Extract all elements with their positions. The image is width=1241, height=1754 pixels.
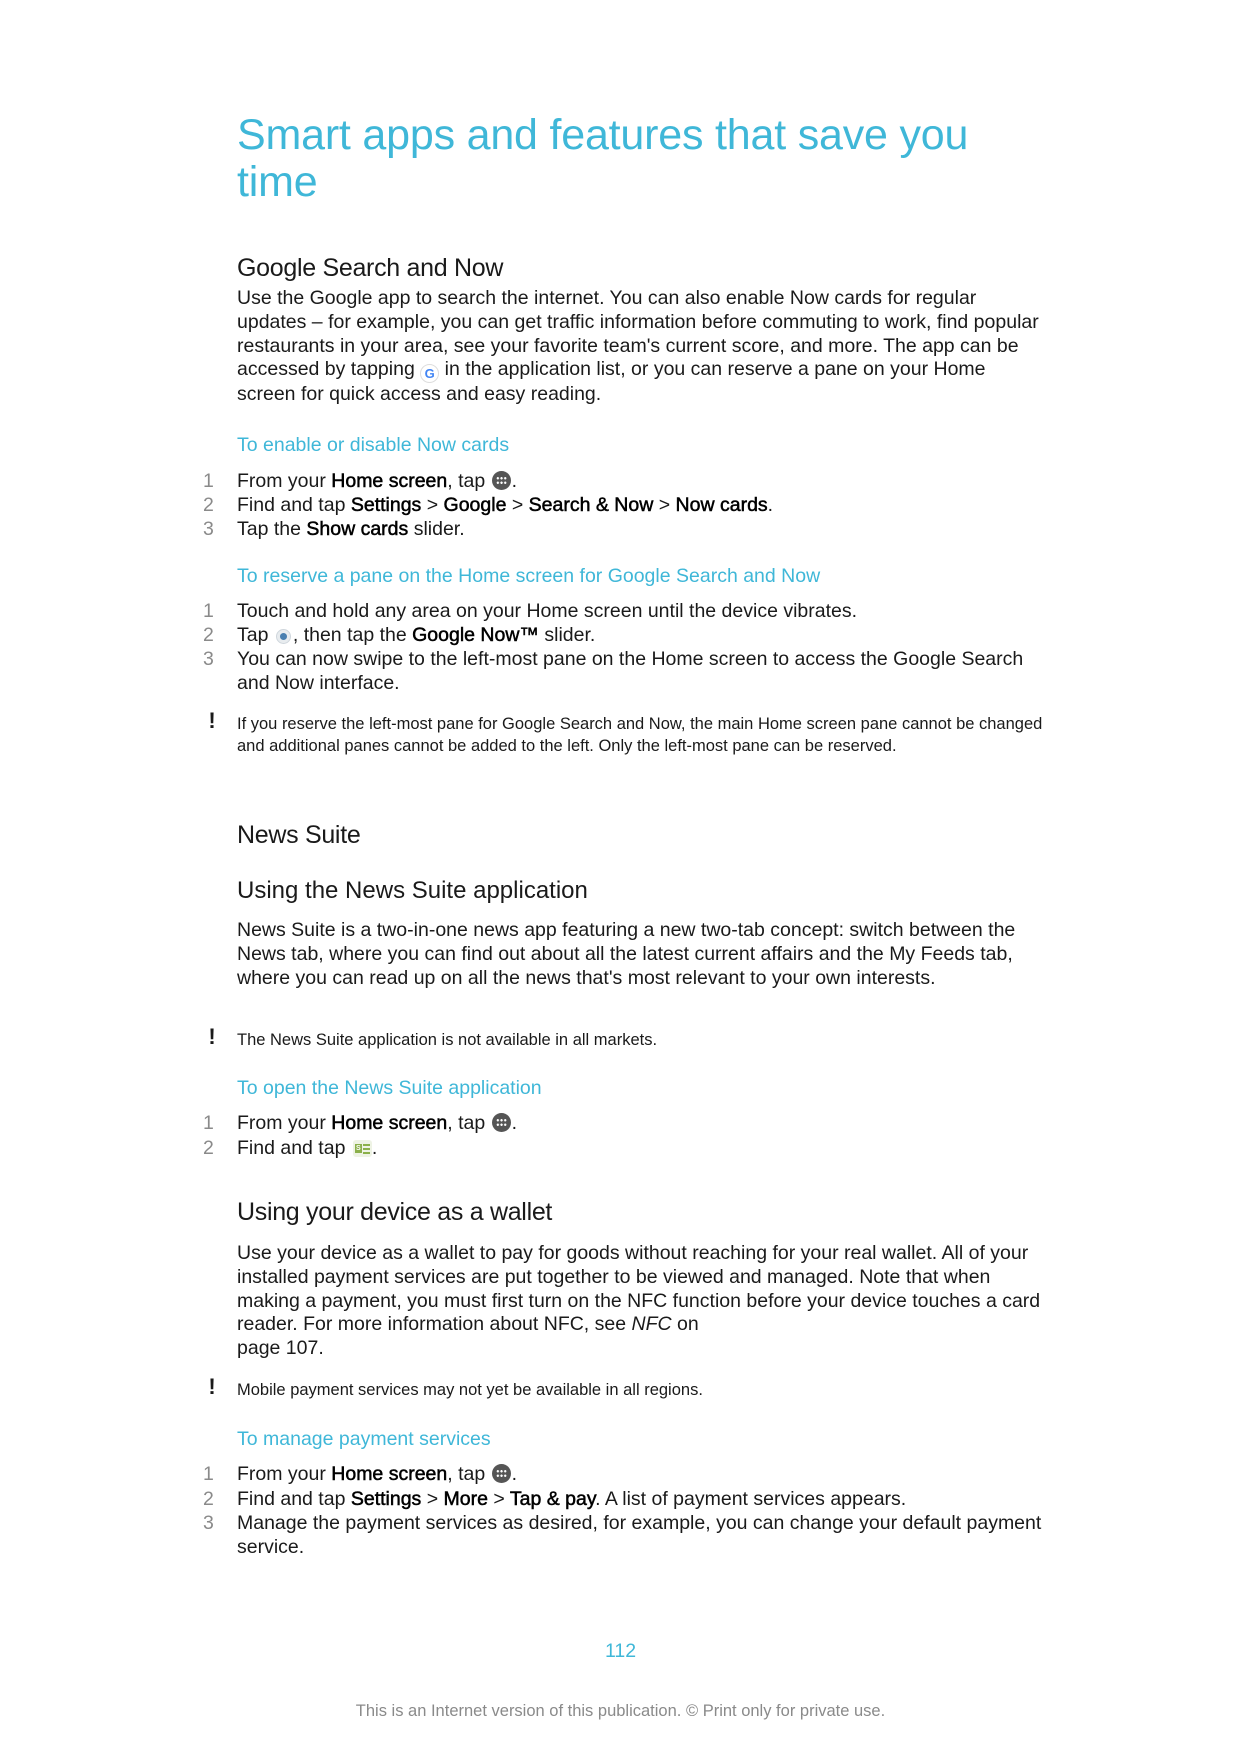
- step-number: 1: [203, 1112, 214, 1134]
- step-text-part: slider.: [408, 518, 465, 540]
- step-text-part: From your: [237, 470, 332, 492]
- step-text-part: .: [767, 494, 774, 516]
- footer-notice: This is an Internet version of this publ…: [355, 1702, 886, 1720]
- step-text: Tap the Show cards slider.: [237, 518, 1047, 542]
- step-text-part: >: [506, 494, 529, 516]
- step-text-part: .: [371, 1137, 378, 1159]
- procedure-title-reserve-pane: To reserve a pane on the Home screen for…: [237, 565, 821, 587]
- step-text: You can now swipe to the left-most pane …: [237, 648, 1024, 694]
- note-text: The News Suite application is not availa…: [237, 1031, 658, 1049]
- apps-icon: [491, 471, 511, 490]
- step-number: 1: [203, 600, 214, 622]
- subheading-using-news-suite: Using the News Suite application: [237, 877, 588, 904]
- note-exclamation-icon: !: [208, 708, 216, 733]
- step-text-part: .: [511, 1112, 518, 1134]
- step-text: Tap , then tap the Google Now™ slider.: [237, 624, 1047, 648]
- step-number: 1: [203, 470, 214, 492]
- apps-icon: [491, 1113, 511, 1132]
- step-text-part: , tap: [447, 470, 491, 492]
- page-number: 112: [604, 1640, 637, 1662]
- step-text: Manage the payment services as desired, …: [237, 1512, 1042, 1558]
- google-body-paragraph: Use the Google app to search the interne…: [237, 287, 1047, 407]
- ui-term-settings: Settings: [350, 494, 422, 517]
- step-text-part: Find and tap: [237, 1488, 351, 1510]
- nfc-cross-reference-link[interactable]: NFC: [632, 1313, 672, 1335]
- step-text-part: slider.: [538, 624, 596, 646]
- step-text-part: , tap: [447, 1112, 491, 1134]
- step-number: 3: [203, 648, 214, 670]
- section-heading-wallet: Using your device as a wallet: [237, 1198, 553, 1226]
- page-title-line-2: time: [237, 158, 318, 206]
- step-text-part: From your: [237, 1112, 332, 1134]
- step-text: Find and tap Settings > Google > Search …: [237, 494, 1047, 518]
- step-text-part: . A list of payment services appears.: [595, 1488, 907, 1510]
- step-number: 2: [203, 1488, 214, 1510]
- step-number: 1: [203, 1463, 214, 1485]
- procedure-title-now-cards: To enable or disable Now cards: [237, 434, 510, 456]
- step-text-part: >: [653, 494, 676, 516]
- step-text: Find and tap Settings > More > Tap & pay…: [237, 1488, 1047, 1512]
- ui-term-home-screen: Home screen: [331, 1112, 448, 1135]
- step-text-part: Find and tap: [237, 494, 351, 516]
- step-text-part: , then tap the: [292, 624, 413, 646]
- step-number: 3: [203, 518, 214, 540]
- ui-term-home-screen: Home screen: [331, 1463, 448, 1486]
- step-text-part: Tap: [237, 624, 274, 646]
- step-text-part: >: [487, 1488, 510, 1510]
- procedure-title-open-news-suite: To open the News Suite application: [237, 1077, 542, 1099]
- ui-term-home-screen: Home screen: [331, 470, 448, 493]
- step-text-part: Tap the: [237, 518, 307, 540]
- ui-term-more: More: [443, 1488, 488, 1511]
- note-text: If you reserve the left-most pane for Go…: [237, 715, 1043, 755]
- step-text-part: , tap: [447, 1463, 491, 1485]
- wallet-body-page-ref: page 107.: [237, 1337, 324, 1360]
- ui-term-search-now: Search & Now: [528, 494, 654, 517]
- home-settings-icon: [275, 629, 291, 644]
- ui-term-show-cards: Show cards: [306, 518, 409, 541]
- step-number: 2: [203, 1137, 214, 1159]
- step-text: From your Home screen, tap .: [237, 1463, 1047, 1487]
- page-title-line-1: Smart apps and features that save you: [237, 111, 969, 159]
- google-app-icon: G: [420, 364, 440, 384]
- apps-icon: [491, 1464, 511, 1483]
- ui-term-settings: Settings: [350, 1488, 422, 1511]
- note-exclamation-icon: !: [208, 1024, 216, 1049]
- wallet-body-text: on: [671, 1313, 699, 1336]
- step-text: Touch and hold any area on your Home scr…: [237, 600, 858, 622]
- step-number: 3: [203, 1512, 214, 1534]
- news-body-paragraph: News Suite is a two-in-one news app feat…: [237, 919, 1016, 989]
- ui-term-now-cards: Now cards: [675, 494, 768, 517]
- step-text: Find and tap S.: [237, 1137, 1047, 1161]
- step-text-part: From your: [237, 1463, 332, 1485]
- step-number: 2: [203, 494, 214, 516]
- page-title: Smart apps and features that save you tim…: [237, 112, 968, 206]
- step-text-part: >: [421, 494, 444, 516]
- step-text: From your Home screen, tap .: [237, 470, 1047, 494]
- step-text-part: .: [511, 1463, 518, 1485]
- step-text-part: Find and tap: [237, 1137, 351, 1159]
- section-heading-news-suite: News Suite: [237, 821, 361, 849]
- ui-term-google-now: Google Now™: [412, 624, 539, 647]
- note-exclamation-icon: !: [208, 1374, 216, 1399]
- ui-term-google: Google: [443, 494, 507, 517]
- step-text-part: >: [421, 1488, 444, 1510]
- ui-term-tap-pay: Tap & pay: [509, 1488, 596, 1511]
- news-suite-icon: S: [352, 1140, 372, 1157]
- step-text: From your Home screen, tap .: [237, 1112, 1047, 1136]
- section-heading-google: Google Search and Now: [237, 254, 504, 282]
- wallet-body-paragraph: Use your device as a wallet to pay for g…: [237, 1242, 1047, 1361]
- step-number: 2: [203, 624, 214, 646]
- step-text-part: .: [511, 470, 518, 492]
- procedure-title-manage-payment: To manage payment services: [237, 1428, 491, 1450]
- note-text: Mobile payment services may not yet be a…: [237, 1381, 703, 1399]
